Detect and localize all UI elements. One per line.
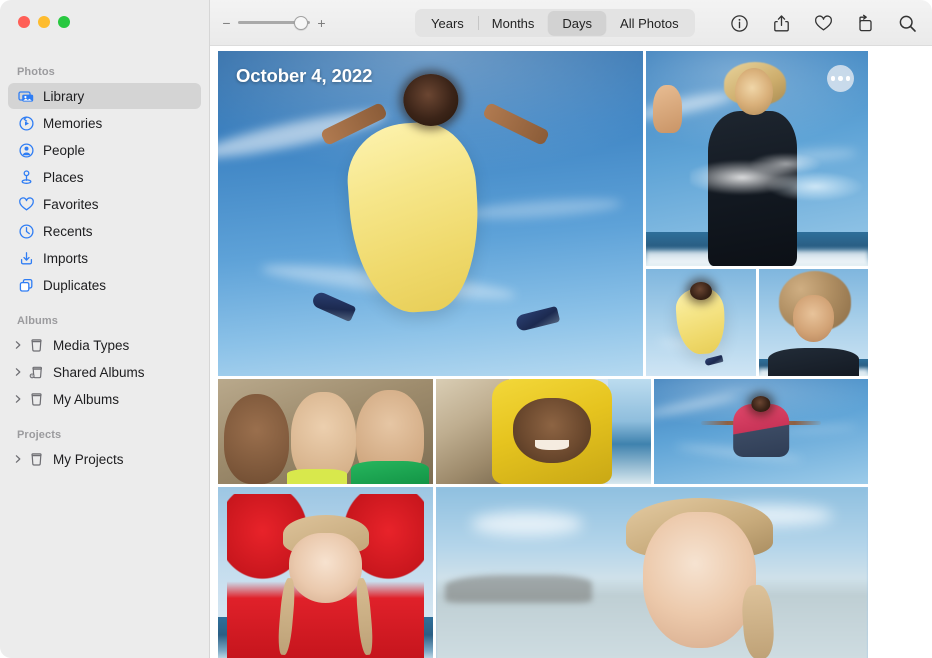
sidebar-item-library[interactable]: Library (8, 83, 201, 109)
content-area: − + Years Months Days All Photos (210, 0, 932, 658)
imports-icon (17, 249, 35, 267)
favorite-button[interactable] (812, 12, 834, 34)
sidebar-item-my-projects[interactable]: My Projects (8, 446, 201, 472)
chevron-right-icon[interactable] (10, 337, 26, 353)
album-icon (27, 390, 45, 408)
photo-image (759, 269, 868, 376)
sidebar-item-imports[interactable]: Imports (8, 245, 201, 271)
close-button[interactable] (18, 16, 30, 28)
sidebar-item-media-types[interactable]: Media Types (8, 332, 201, 358)
sidebar-item-label: Places (43, 170, 84, 185)
sidebar-item-label: My Albums (53, 392, 119, 407)
photo-thumbnail[interactable] (218, 487, 433, 658)
chevron-right-icon[interactable] (10, 451, 26, 467)
zoom-slider[interactable]: − + (222, 15, 326, 31)
people-icon (17, 141, 35, 159)
album-icon (27, 450, 45, 468)
sidebar-spacer (0, 299, 209, 309)
photo-thumbnail[interactable] (646, 269, 756, 376)
tab-months[interactable]: Months (478, 11, 549, 35)
sidebar-section-title-albums: Albums (0, 309, 209, 332)
sidebar-item-label: Memories (43, 116, 102, 131)
sidebar-item-my-albums[interactable]: My Albums (8, 386, 201, 412)
sidebar-item-label: Duplicates (43, 278, 106, 293)
sidebar-item-label: Favorites (43, 197, 99, 212)
sidebar-item-people[interactable]: People (8, 137, 201, 163)
tab-years[interactable]: Years (417, 11, 478, 35)
photo-image (218, 51, 643, 376)
info-button[interactable] (728, 12, 750, 34)
sidebar-item-shared-albums[interactable]: Shared Albums (8, 359, 201, 385)
favorites-icon (17, 195, 35, 213)
photo-image (218, 379, 433, 484)
toolbar: − + Years Months Days All Photos (210, 0, 932, 46)
photo-image (646, 269, 756, 376)
window-controls (18, 16, 70, 28)
sidebar-item-label: Recents (43, 224, 93, 239)
zoom-out-icon[interactable]: − (222, 16, 231, 30)
photo-thumbnail[interactable]: October 4, 2022 (218, 51, 643, 376)
sidebar-item-recents[interactable]: Recents (8, 218, 201, 244)
album-icon (27, 336, 45, 354)
shared-album-icon (27, 363, 45, 381)
sidebar-item-label: My Projects (53, 452, 124, 467)
duplicates-icon (17, 276, 35, 294)
sidebar-item-label: Media Types (53, 338, 129, 353)
tab-days[interactable]: Days (548, 11, 606, 35)
sidebar-item-label: People (43, 143, 85, 158)
sidebar-item-places[interactable]: Places (8, 164, 201, 190)
zoom-slider-track[interactable] (238, 15, 310, 31)
sidebar-section-title-photos: Photos (0, 60, 209, 83)
minimize-button[interactable] (38, 16, 50, 28)
tab-all-photos[interactable]: All Photos (606, 11, 693, 35)
more-dot (838, 76, 843, 81)
chevron-right-icon[interactable] (10, 364, 26, 380)
photo-grid-row (218, 487, 868, 658)
view-mode-segmented-control[interactable]: Years Months Days All Photos (415, 9, 695, 37)
photo-grid-area[interactable]: October 4, 2022 (210, 46, 932, 658)
places-icon (17, 168, 35, 186)
photo-image (654, 379, 868, 484)
photo-image (436, 379, 651, 484)
photo-thumbnail[interactable] (654, 379, 868, 484)
sidebar-scroll-area[interactable]: Photos Library (0, 52, 209, 658)
photo-grid-row (218, 379, 868, 484)
more-dot (846, 76, 851, 81)
sidebar-item-duplicates[interactable]: Duplicates (8, 272, 201, 298)
sidebar-item-label: Library (43, 89, 84, 104)
photo-thumbnail[interactable] (436, 379, 651, 484)
search-button[interactable] (896, 12, 918, 34)
zoom-in-icon[interactable]: + (317, 16, 326, 30)
recents-icon (17, 222, 35, 240)
zoom-slider-knob[interactable] (294, 16, 308, 30)
photo-thumbnail[interactable] (436, 487, 868, 658)
photo-grid-row: October 4, 2022 (218, 51, 868, 376)
chevron-right-icon[interactable] (10, 391, 26, 407)
sidebar-section-title-projects: Projects (0, 423, 209, 446)
sidebar-item-label: Shared Albums (53, 365, 145, 380)
photo-grid: October 4, 2022 (218, 51, 868, 658)
memories-icon (17, 114, 35, 132)
sidebar-item-label: Imports (43, 251, 88, 266)
share-button[interactable] (770, 12, 792, 34)
maximize-button[interactable] (58, 16, 70, 28)
photo-thumbnail[interactable] (646, 51, 868, 266)
more-dot (831, 76, 836, 81)
rotate-button[interactable] (854, 12, 876, 34)
photo-thumbnail[interactable] (759, 269, 868, 376)
photo-image (218, 487, 433, 658)
photo-image (436, 487, 868, 658)
library-icon (17, 87, 35, 105)
sidebar-item-favorites[interactable]: Favorites (8, 191, 201, 217)
photos-app-window: Photos Library (0, 0, 932, 658)
sidebar-spacer (0, 413, 209, 423)
sidebar-item-memories[interactable]: Memories (8, 110, 201, 136)
photo-thumbnail[interactable] (218, 379, 433, 484)
sidebar: Photos Library (0, 0, 210, 658)
toolbar-actions (728, 0, 918, 46)
more-options-button[interactable] (827, 65, 854, 92)
